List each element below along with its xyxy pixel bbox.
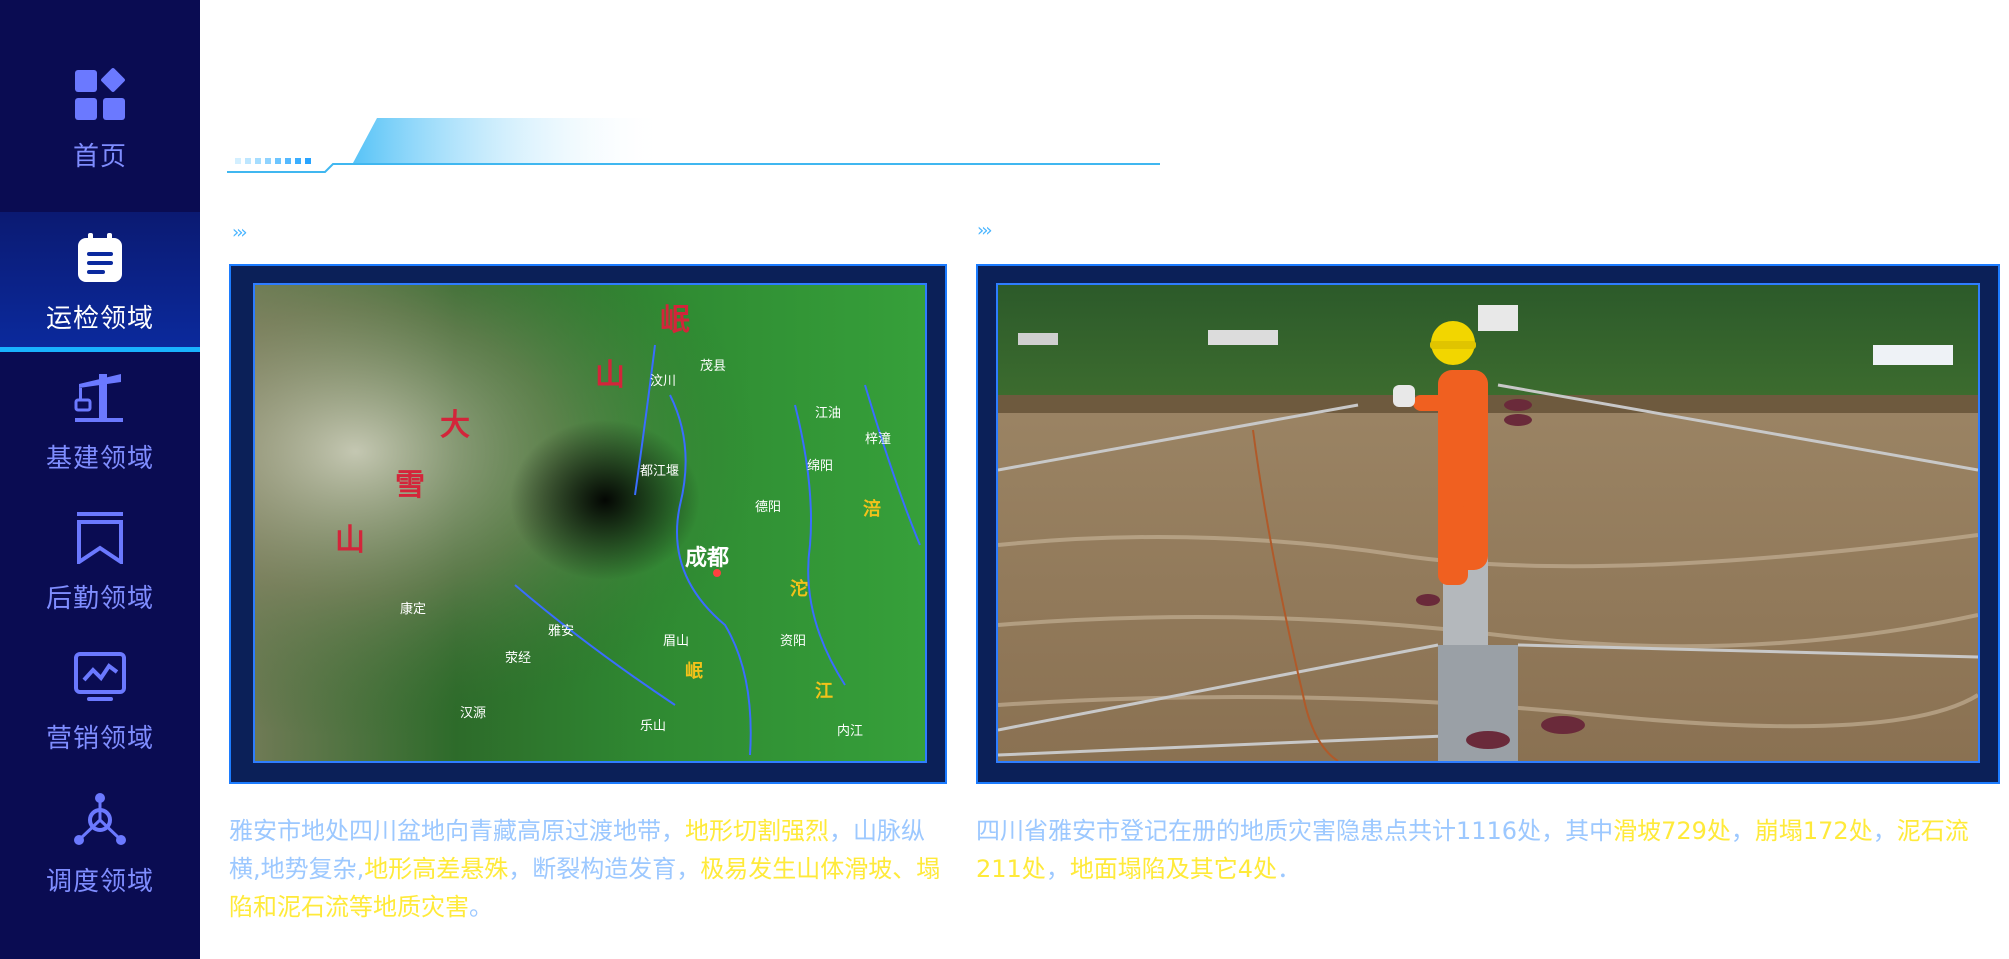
caption-text: ， (1872, 817, 1897, 845)
sidebar: 首页 运检领域 基建领域 后勤领域 营销领域 调度领域 (0, 0, 200, 959)
map-label: 都江堰 (640, 464, 679, 479)
map-label: 康定 (400, 601, 426, 617)
sidebar-item-label: 基建领域 (45, 443, 154, 474)
power-worker-on-pole-over-flooded-river (998, 285, 1978, 761)
caption-text: 雅安市地处四川盆地向青藏高原过渡地带， (229, 817, 685, 845)
sidebar-item-label: 营销领域 (45, 723, 154, 754)
map-label: 山 (595, 358, 625, 393)
sidebar-item-dispatch[interactable]: 调度领域 (0, 775, 200, 915)
map-panel: 岷 山 大 雪 山 成都 汶川 茂县 江油 梓潼 绵阳 都江堰 德阳 康定 雅安… (229, 264, 947, 784)
sichuan-terrain-map: 岷 山 大 雪 山 成都 汶川 茂县 江油 梓潼 绵阳 都江堰 德阳 康定 雅安… (255, 285, 925, 761)
map-label: 资阳 (780, 634, 806, 649)
terrain-map-image: 岷 山 大 雪 山 成都 汶川 茂县 江油 梓潼 绵阳 都江堰 德阳 康定 雅安… (253, 283, 927, 763)
photo-caption: 四川省雅安市登记在册的地质灾害隐患点共计1116处，其中滑坡729处，崩塌172… (976, 812, 2002, 888)
sidebar-item-marketing[interactable]: 营销领域 (0, 632, 200, 772)
map-label: 眉山 (663, 634, 689, 649)
sidebar-item-label: 调度领域 (45, 866, 154, 897)
caption-text: ． (1277, 855, 1302, 883)
caption-text: ，断裂构造发育， (508, 855, 701, 883)
map-label: 江油 (815, 406, 841, 421)
map-label: 绵阳 (807, 459, 833, 474)
chevrons-icon: ››› (232, 222, 248, 243)
map-label: 成都 (685, 546, 729, 571)
chevrons-icon: ››› (977, 220, 993, 241)
caption-highlight: 地形切割强烈 (685, 817, 829, 845)
caption-text: 四川省雅安市登记在册的地质灾害隐患点共计1116处，其中 (976, 817, 1614, 845)
monitor-chart-icon (74, 651, 126, 701)
bookmark-icon (77, 511, 123, 564)
map-label: 梓潼 (865, 431, 891, 447)
network-hub-icon (74, 792, 126, 845)
map-label: 乐山 (640, 719, 666, 734)
map-label: 江 (815, 681, 833, 702)
clipboard-icon (78, 232, 122, 282)
home-grid-icon (75, 67, 125, 120)
map-label: 岷 (660, 303, 690, 338)
sidebar-item-label: 首页 (72, 141, 127, 172)
map-label: 汶川 (650, 373, 676, 389)
photo-panel (976, 264, 2000, 784)
caption-text: ， (1045, 855, 1070, 883)
map-label: 岷 (685, 661, 703, 682)
map-label: 山 (335, 523, 365, 558)
caption-text: 。 (469, 893, 493, 921)
map-label: 茂县 (700, 359, 726, 374)
worker-photo-image (996, 283, 1980, 763)
map-label: 涪 (863, 498, 881, 520)
map-caption: 雅安市地处四川盆地向青藏高原过渡地带，地形切割强烈，山脉纵横,地势复杂,地形高差… (229, 812, 949, 926)
caption-highlight: 地面塌陷及其它4处 (1069, 855, 1278, 883)
sidebar-item-home[interactable]: 首页 (0, 50, 200, 190)
sidebar-item-logistics[interactable]: 后勤领域 (0, 492, 200, 632)
section-title-decoration (227, 118, 1160, 173)
map-label: 德阳 (755, 500, 781, 515)
sidebar-item-label: 后勤领域 (45, 583, 154, 614)
map-label: 汉源 (460, 706, 486, 721)
sidebar-item-construction[interactable]: 基建领域 (0, 352, 200, 492)
map-label: 雅安 (548, 624, 574, 639)
caption-highlight: 滑坡729处 (1613, 817, 1731, 845)
sidebar-item-inspection[interactable]: 运检领域 (0, 212, 200, 352)
map-label: 沱 (790, 578, 808, 600)
caption-text: ， (1730, 817, 1755, 845)
caption-highlight: 地形高差悬殊 (364, 855, 509, 883)
caption-highlight: 崩塌172处 (1754, 817, 1873, 845)
crane-icon (74, 373, 123, 422)
map-label: 内江 (837, 723, 863, 739)
sidebar-item-label: 运检领域 (45, 303, 154, 334)
map-label: 荥经 (505, 651, 531, 666)
map-label: 雪 (395, 468, 425, 503)
map-label: 大 (440, 408, 470, 443)
